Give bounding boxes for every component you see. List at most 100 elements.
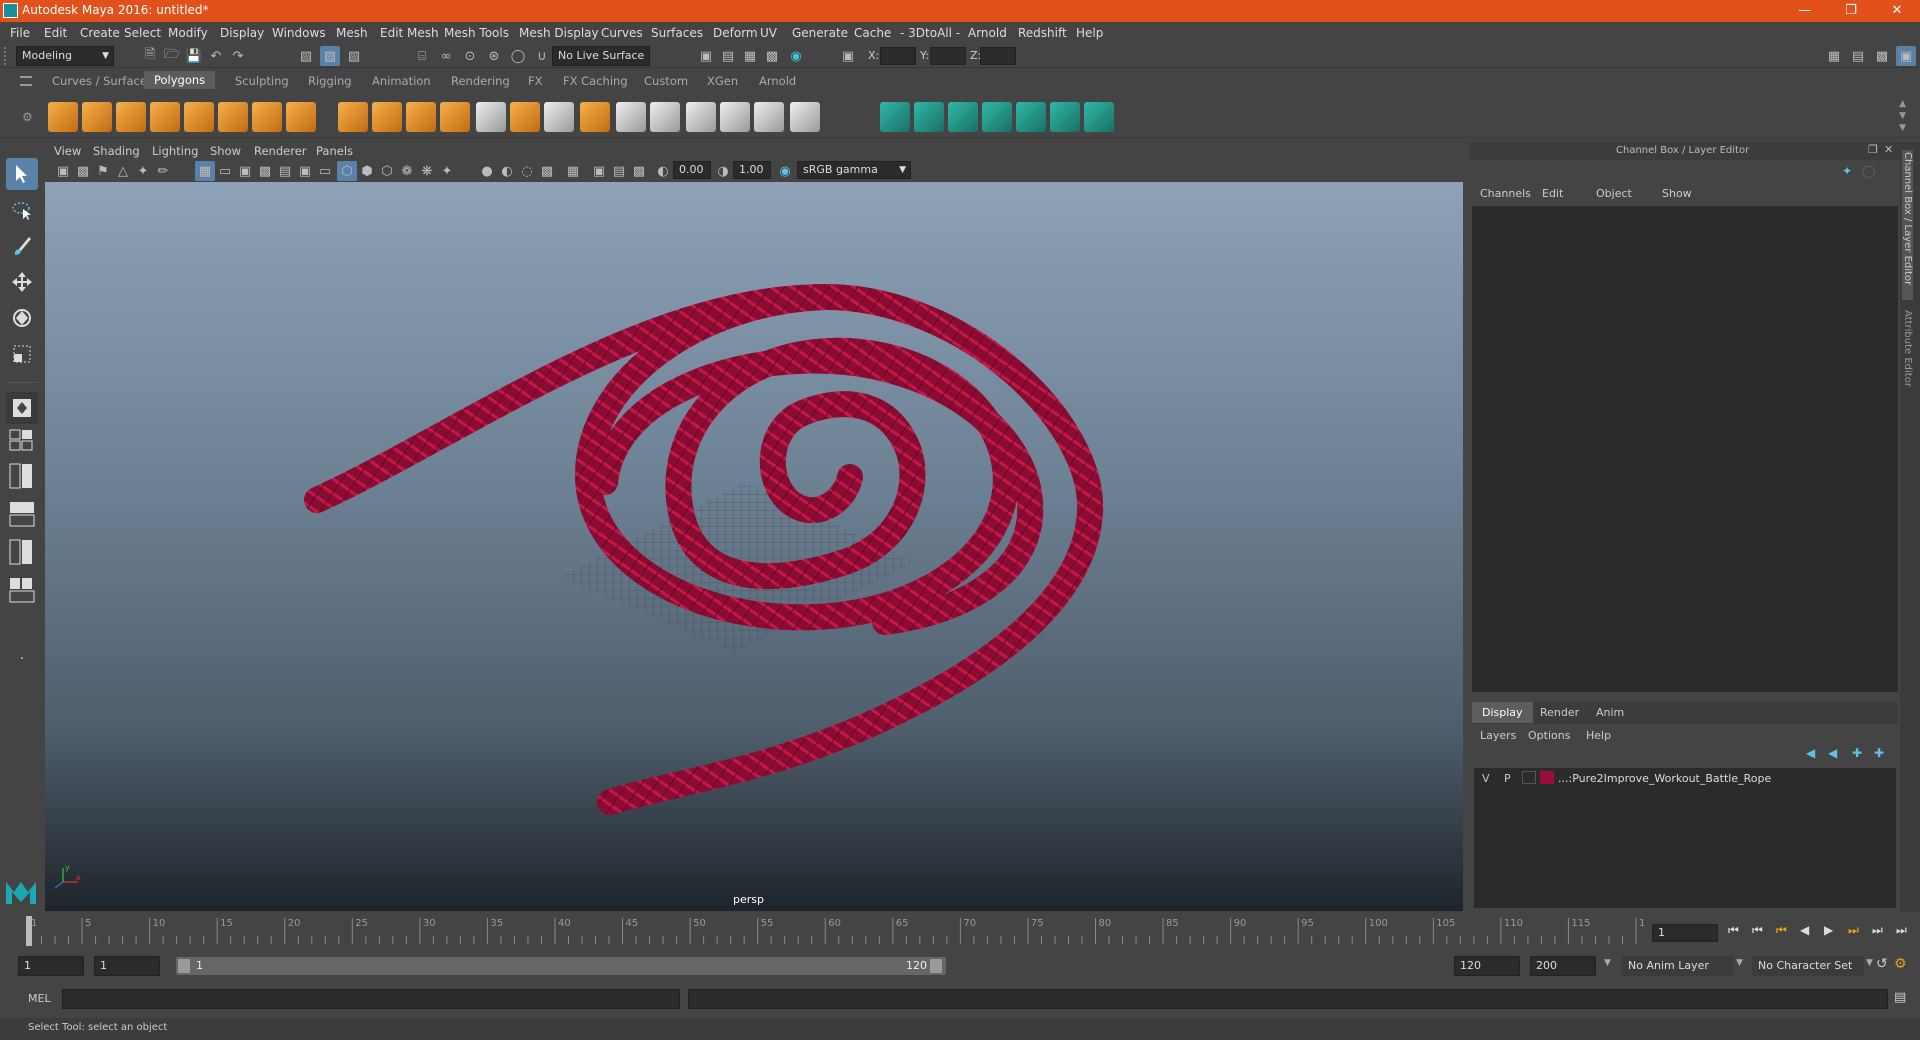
shelf-scroll-arrows[interactable]: ▲ ▼ ▼: [1899, 98, 1906, 134]
view-transform-dropdown[interactable]: sRGB gamma ▼: [797, 161, 911, 179]
channel-box-menu-channels[interactable]: Channels: [1480, 187, 1531, 200]
append-icon[interactable]: [720, 102, 750, 132]
panel-menu-lighting[interactable]: Lighting: [152, 144, 198, 158]
booleans-icon[interactable]: [440, 102, 470, 132]
menu-display[interactable]: Display: [220, 26, 264, 40]
sculpt-icon[interactable]: [880, 102, 910, 132]
auto-mapping-icon[interactable]: [1016, 102, 1046, 132]
panel-menu-panels[interactable]: Panels: [316, 144, 353, 158]
chevron-down-icon[interactable]: ▼: [1736, 958, 1743, 968]
panel-menu-shading[interactable]: Shading: [93, 144, 140, 158]
camera-select-icon[interactable]: ▣: [53, 161, 73, 181]
play-forward-icon[interactable]: ▶: [1824, 923, 1833, 937]
channel-box-menu-edit[interactable]: Edit: [1542, 187, 1563, 200]
film-gate-icon[interactable]: ▭: [215, 161, 235, 181]
perspective-viewport[interactable]: x y persp: [45, 182, 1463, 911]
menu-surfaces[interactable]: Surfaces: [651, 26, 703, 40]
poly-cube-icon[interactable]: [82, 102, 112, 132]
layer-visibility-toggle[interactable]: V: [1482, 772, 1490, 785]
menu-create[interactable]: Create: [80, 26, 120, 40]
shelf-tab-fx-caching[interactable]: FX Caching: [563, 74, 628, 88]
uv-editor-icon[interactable]: [914, 102, 944, 132]
menu-edit[interactable]: Edit: [44, 26, 67, 40]
play-backward-icon[interactable]: ◀: [1800, 923, 1809, 937]
menu-cache[interactable]: Cache: [854, 26, 891, 40]
xray-joints-icon[interactable]: ▤: [609, 161, 629, 181]
shelf-menu-icon[interactable]: [20, 76, 32, 86]
layer-row[interactable]: V P ...:Pure2Improve_Workout_Battle_Rope: [1474, 768, 1896, 788]
image-plane-icon[interactable]: △: [113, 161, 133, 181]
layer-menu-layers[interactable]: Layers: [1480, 729, 1516, 742]
new-layer-selected-icon[interactable]: ✚: [1874, 746, 1884, 760]
restore-button[interactable]: ❐: [1828, 0, 1874, 22]
transform-mode-icon[interactable]: ▣: [838, 46, 858, 66]
backface-culling-icon[interactable]: ▩: [629, 161, 649, 181]
persp-outliner-layout-icon[interactable]: [6, 462, 38, 490]
poly-cylinder-icon[interactable]: [116, 102, 146, 132]
layer-menu-help[interactable]: Help: [1586, 729, 1611, 742]
move-layer-up-icon[interactable]: ◀: [1806, 746, 1815, 760]
move-tool-icon[interactable]: [6, 266, 38, 298]
resolution-gate-icon[interactable]: ▣: [235, 161, 255, 181]
wireframe-icon[interactable]: ⬡: [337, 161, 357, 181]
exposure-field[interactable]: 0.00: [673, 161, 711, 179]
menu-generate[interactable]: Generate: [792, 26, 848, 40]
render-frame-icon[interactable]: ▤: [718, 46, 738, 66]
poly-plane-icon[interactable]: [184, 102, 214, 132]
select-object-icon[interactable]: ▧: [320, 46, 340, 66]
menu-mesh[interactable]: Mesh: [336, 26, 368, 40]
render-settings-icon[interactable]: ▩: [762, 46, 782, 66]
anti-aliasing-icon[interactable]: ◌: [517, 161, 537, 181]
channel-box-area[interactable]: [1472, 206, 1898, 692]
safe-action-icon[interactable]: ▣: [295, 161, 315, 181]
script-language-toggle[interactable]: MEL: [28, 992, 51, 1005]
separate-icon[interactable]: [372, 102, 402, 132]
layer-tab-anim[interactable]: Anim: [1586, 702, 1634, 723]
close-panel-icon[interactable]: ✕: [1884, 143, 1893, 156]
range-slider[interactable]: 1 120: [176, 957, 946, 975]
lasso-tool-icon[interactable]: [6, 194, 38, 226]
color-management-icon[interactable]: ◉: [775, 161, 795, 181]
step-forward-frame-icon[interactable]: ⏭: [1872, 923, 1883, 938]
select-component-icon[interactable]: ▧: [344, 46, 364, 66]
open-scene-icon[interactable]: 🗁: [162, 46, 182, 66]
drag-handle[interactable]: [4, 47, 12, 65]
shelf-tab-curves-surfaces[interactable]: Curves / Surfaces: [52, 74, 153, 88]
snap-curve-icon[interactable]: ∞: [436, 46, 456, 66]
animation-end-field[interactable]: 200: [1530, 956, 1596, 976]
character-set-dropdown[interactable]: No Character Set: [1752, 956, 1864, 976]
lights-icon[interactable]: ❋: [417, 161, 437, 181]
ipr-render-icon[interactable]: ▦: [740, 46, 760, 66]
textured-icon[interactable]: ❁: [397, 161, 417, 181]
animation-start-field[interactable]: 1: [18, 956, 84, 976]
menu-windows[interactable]: Windows: [272, 26, 326, 40]
outliner-persp-layout-icon[interactable]: [6, 576, 38, 604]
depth-of-field-icon[interactable]: ▩: [537, 161, 557, 181]
attribute-editor-toggle-icon[interactable]: ▤: [1848, 46, 1868, 66]
shelf-tab-sculpting[interactable]: Sculpting: [235, 74, 289, 88]
reduce-icon[interactable]: [510, 102, 540, 132]
save-scene-icon[interactable]: 💾: [184, 46, 204, 66]
shelf-tab-custom[interactable]: Custom: [644, 74, 688, 88]
motion-blur-icon[interactable]: ◐: [497, 161, 517, 181]
command-input[interactable]: [62, 989, 680, 1009]
safe-title-icon[interactable]: ▭: [315, 161, 335, 181]
isolate-select-icon[interactable]: ▦: [563, 161, 583, 181]
extract-icon[interactable]: [406, 102, 436, 132]
shelf-tab-arnold[interactable]: Arnold: [759, 74, 796, 88]
panel-menu-show[interactable]: Show: [210, 144, 241, 158]
step-forward-key-icon[interactable]: ⏭: [1848, 923, 1859, 938]
menu-arnold[interactable]: Arnold: [968, 26, 1007, 40]
transfer-attributes-icon[interactable]: [1084, 102, 1114, 132]
channel-box-toggle-icon[interactable]: ▣: [1896, 46, 1916, 66]
z-field[interactable]: [980, 47, 1016, 65]
new-scene-icon[interactable]: 🗎: [140, 46, 160, 66]
undo-icon[interactable]: ↶: [206, 46, 226, 66]
close-button[interactable]: ✕: [1874, 0, 1920, 22]
menu-edit-mesh[interactable]: Edit Mesh: [380, 26, 439, 40]
grease-pencil-icon[interactable]: ✏: [153, 161, 173, 181]
current-frame-field[interactable]: 1: [1652, 924, 1718, 942]
gamma-icon[interactable]: ◑: [713, 161, 733, 181]
y-field[interactable]: [930, 47, 966, 65]
persp-graph-layout-icon[interactable]: [6, 500, 38, 528]
